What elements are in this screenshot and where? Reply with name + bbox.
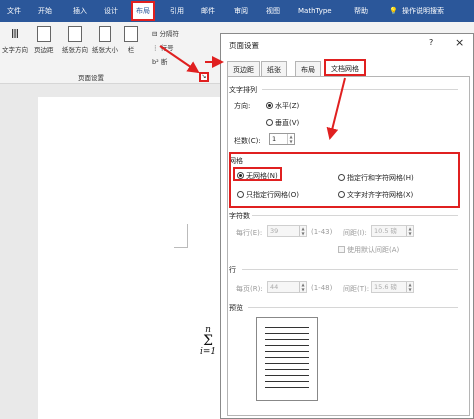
- arrow-to-launcher: [159, 45, 200, 74]
- annotation-arrows: [159, 45, 346, 140]
- arrow-to-grid-section: [326, 77, 346, 140]
